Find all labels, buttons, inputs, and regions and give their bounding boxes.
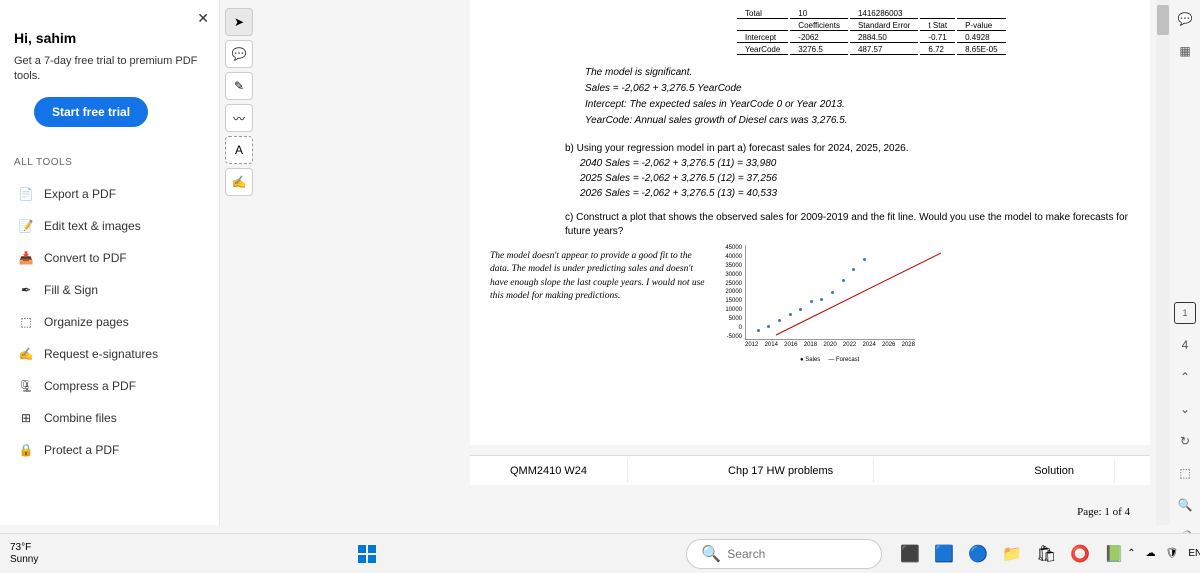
tool-icon: 📄 xyxy=(18,186,34,202)
forecast-chart: 4500040000350003000025000200001500010000… xyxy=(720,245,920,375)
chat-icon[interactable]: 💬 xyxy=(1174,8,1196,30)
tool-icon: ✒ xyxy=(18,282,34,298)
text-tool-icon[interactable]: A xyxy=(225,136,253,164)
windows-taskbar: 73°F Sunny 🔍 ⬛ 🟦 🔵 📁 🛍 ⭕ 📗 ⌃ ☁ 🛡 ENG 📶 🔊… xyxy=(0,533,1200,573)
tool-combine-files[interactable]: ⊞Combine files xyxy=(14,402,205,434)
tab-solution[interactable]: Solution xyxy=(994,459,1115,483)
section-b: b) Using your regression model in part a… xyxy=(565,141,1135,201)
draw-tool-icon[interactable]: 〰 xyxy=(225,104,253,132)
tool-edit-text-images[interactable]: 📝Edit text & images xyxy=(14,210,205,242)
security-icon[interactable]: 🛡 xyxy=(1166,548,1179,559)
pointer-tool-icon[interactable]: ➤ xyxy=(225,8,253,36)
edge-icon[interactable]: 🔵 xyxy=(965,541,991,567)
tab-course[interactable]: QMM2410 W24 xyxy=(470,459,628,483)
explorer-icon[interactable]: 📁 xyxy=(999,541,1025,567)
start-trial-button[interactable]: Start free trial xyxy=(34,97,148,127)
model-interpretation: The model is significant. Sales = -2,062… xyxy=(585,65,1135,129)
fit-page-icon[interactable]: ⬚ xyxy=(1174,462,1196,484)
scroll-thumb[interactable] xyxy=(1157,5,1169,35)
copilot-icon[interactable]: 🟦 xyxy=(931,541,957,567)
vertical-scrollbar[interactable] xyxy=(1156,0,1170,525)
page-1-button[interactable]: 1 xyxy=(1174,302,1196,324)
highlight-tool-icon[interactable]: ✎ xyxy=(225,72,253,100)
tray-chevron-icon[interactable]: ⌃ xyxy=(1127,548,1135,559)
tool-icon: 📝 xyxy=(18,218,34,234)
chart-comment: The model doesn't appear to provide a go… xyxy=(490,250,710,303)
language-indicator[interactable]: ENG xyxy=(1188,548,1200,559)
vertical-toolbar: ➤ 💬 ✎ 〰 A ✍ xyxy=(225,8,255,196)
taskbar-search[interactable]: 🔍 xyxy=(686,539,882,569)
rotate-icon[interactable]: ↻ xyxy=(1174,430,1196,452)
chevron-up-icon[interactable]: ⌃ xyxy=(1174,366,1196,388)
onedrive-icon[interactable]: ☁ xyxy=(1146,548,1156,559)
document-tabs: QMM2410 W24 Chp 17 HW problems Solution xyxy=(470,455,1150,485)
tool-icon: ⬚ xyxy=(18,314,34,330)
task-view-icon[interactable]: ⬛ xyxy=(897,541,923,567)
search-input[interactable] xyxy=(727,547,867,561)
tool-fill-sign[interactable]: ✒Fill & Sign xyxy=(14,274,205,306)
search-icon: 🔍 xyxy=(701,544,721,564)
weather-widget[interactable]: 73°F Sunny xyxy=(10,542,38,566)
page-4-button[interactable]: 4 xyxy=(1174,334,1196,356)
chrome-icon[interactable]: ⭕ xyxy=(1067,541,1093,567)
chevron-down-icon[interactable]: ⌄ xyxy=(1174,398,1196,420)
legend-sales: ● Sales xyxy=(800,357,820,363)
tool-icon: 📥 xyxy=(18,250,34,266)
tool-export-a-pdf[interactable]: 📄Export a PDF xyxy=(14,178,205,210)
document-page: Total101416286003 CoefficientsStandard E… xyxy=(470,0,1150,445)
greeting: Hi, sahim xyxy=(14,30,205,46)
tool-icon: ⊞ xyxy=(18,410,34,426)
sign-tool-icon[interactable]: ✍ xyxy=(225,168,253,196)
right-rail: 💬 ▦ 1 4 ⌃ ⌄ ↻ ⬚ 🔍 🔎 xyxy=(1170,8,1200,548)
store-icon[interactable]: 🛍 xyxy=(1033,541,1059,567)
tool-compress-a-pdf[interactable]: 🗜Compress a PDF xyxy=(14,370,205,402)
anova-table: Total101416286003 CoefficientsStandard E… xyxy=(735,7,1008,57)
trial-text: Get a 7-day free trial to premium PDF to… xyxy=(14,54,205,85)
apps-icon[interactable]: ▦ xyxy=(1174,40,1196,62)
section-c: c) Construct a plot that shows the obser… xyxy=(565,211,1135,239)
left-sidebar: ✕ Hi, sahim Get a 7-day free trial to pr… xyxy=(0,0,220,525)
comment-tool-icon[interactable]: 💬 xyxy=(225,40,253,68)
tool-request-e-signatures[interactable]: ✍Request e-signatures xyxy=(14,338,205,370)
tool-organize-pages[interactable]: ⬚Organize pages xyxy=(14,306,205,338)
close-icon[interactable]: ✕ xyxy=(197,10,209,27)
page-number: Page: 1 of 4 xyxy=(1077,506,1130,518)
tab-hw[interactable]: Chp 17 HW problems xyxy=(688,459,874,483)
tool-icon: ✍ xyxy=(18,346,34,362)
zoom-in-icon[interactable]: 🔍 xyxy=(1174,494,1196,516)
excel-icon[interactable]: 📗 xyxy=(1101,541,1127,567)
tool-icon: 🗜 xyxy=(18,378,34,394)
legend-forecast: — Forecast xyxy=(828,357,859,363)
all-tools-header: ALL TOOLS xyxy=(14,157,205,168)
tool-protect-a-pdf[interactable]: 🔒Protect a PDF xyxy=(14,434,205,466)
tool-convert-to-pdf[interactable]: 📥Convert to PDF xyxy=(14,242,205,274)
tool-icon: 🔒 xyxy=(18,442,34,458)
start-button[interactable] xyxy=(358,541,376,567)
